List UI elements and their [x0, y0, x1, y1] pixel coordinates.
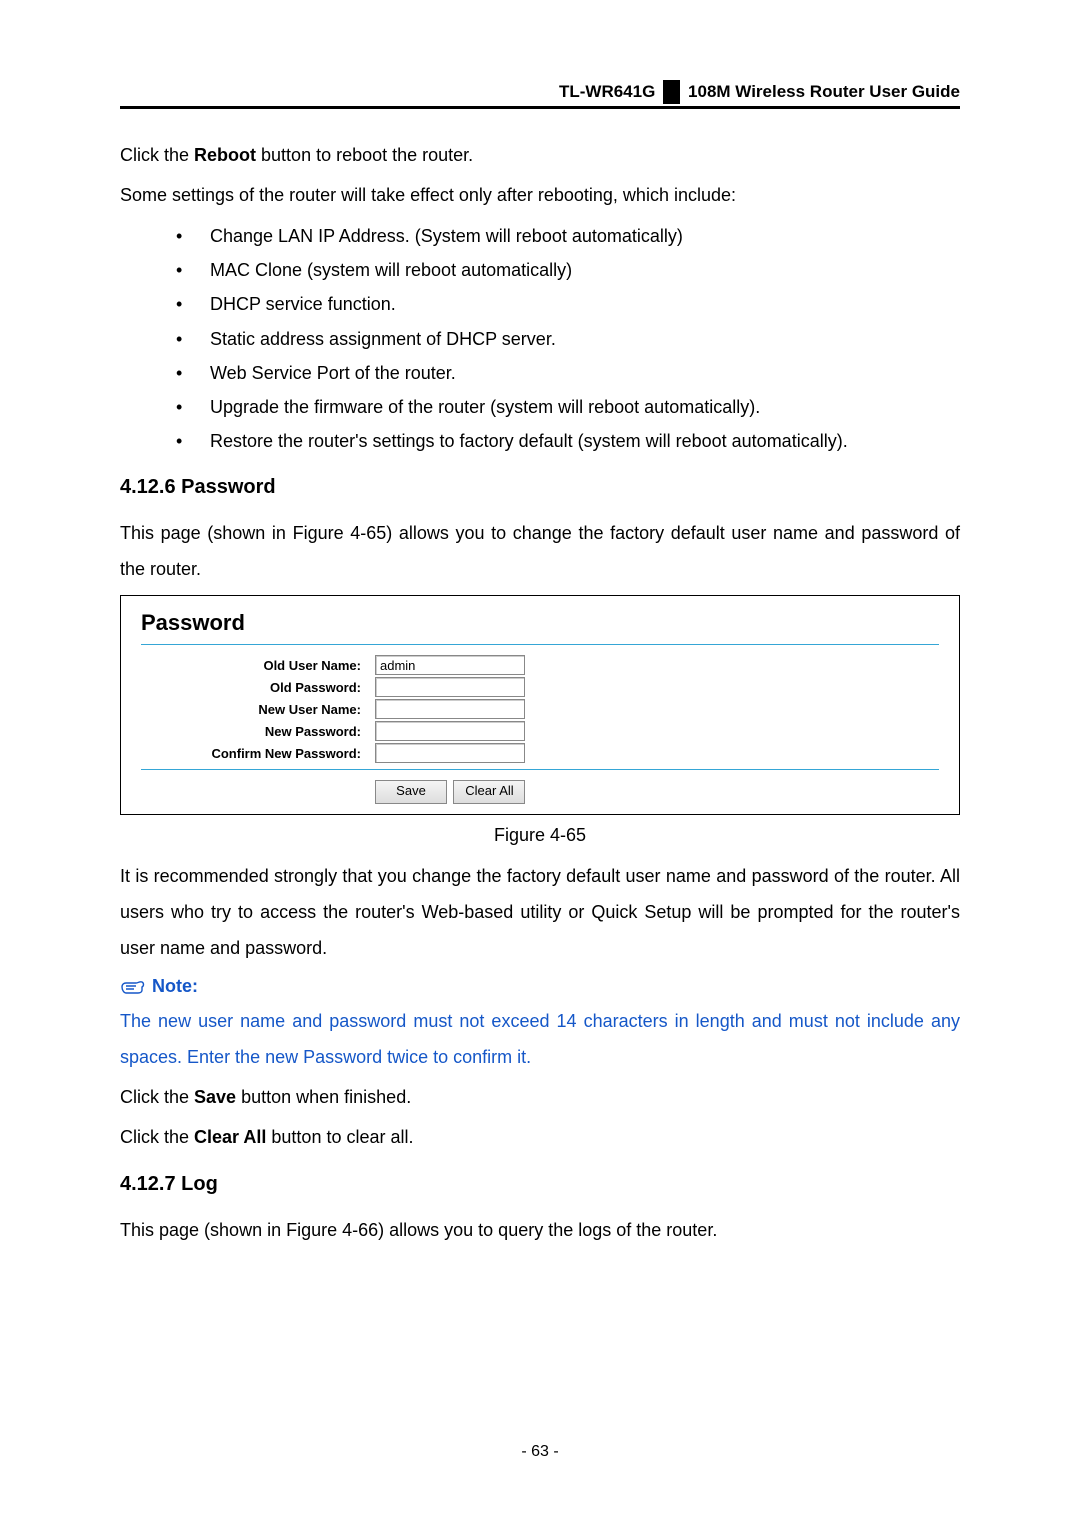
intro-p1-pre: Click the: [120, 145, 194, 165]
note-text: The new user name and password must not …: [120, 1003, 960, 1075]
old-user-label: Old User Name:: [141, 658, 375, 673]
intro-p1: Click the Reboot button to reboot the ro…: [120, 137, 960, 173]
clear-instruction: Click the Clear All button to clear all.: [120, 1119, 960, 1155]
confirm-pass-input[interactable]: [375, 743, 525, 763]
divider: [141, 769, 939, 770]
old-pass-input[interactable]: [375, 677, 525, 697]
page-number: - 63 -: [0, 1443, 1080, 1461]
list-item: MAC Clone (system will reboot automatica…: [176, 253, 960, 287]
section-heading-log: 4.12.7 Log: [120, 1173, 960, 1196]
clear-all-button[interactable]: Clear All: [453, 780, 525, 804]
reboot-bullet-list: Change LAN IP Address. (System will rebo…: [120, 219, 960, 458]
password-desc: This page (shown in Figure 4-65) allows …: [120, 515, 960, 587]
list-item: Web Service Port of the router.: [176, 356, 960, 390]
panel-title: Password: [141, 610, 939, 636]
confirm-pass-label: Confirm New Password:: [141, 746, 375, 761]
intro-p1-post: button to reboot the router.: [256, 145, 473, 165]
note-header: Note:: [120, 976, 960, 997]
clear-bold: Clear All: [194, 1127, 266, 1147]
password-figure: Password Old User Name: Old Password: Ne…: [120, 595, 960, 815]
new-pass-input[interactable]: [375, 721, 525, 741]
recommend-text: It is recommended strongly that you chan…: [120, 858, 960, 966]
new-user-input[interactable]: [375, 699, 525, 719]
list-item: Restore the router's settings to factory…: [176, 424, 960, 458]
list-item: Upgrade the firmware of the router (syst…: [176, 390, 960, 424]
page-header: TL-WR641G 108M Wireless Router User Guid…: [120, 80, 960, 109]
log-desc: This page (shown in Figure 4-66) allows …: [120, 1212, 960, 1248]
intro-p2: Some settings of the router will take ef…: [120, 177, 960, 213]
hand-point-icon: [120, 978, 146, 996]
save-post: button when finished.: [236, 1087, 411, 1107]
model-label: TL-WR641G: [559, 82, 655, 101]
model-spacer: [663, 80, 680, 104]
new-pass-label: New Password:: [141, 724, 375, 739]
guide-title: 108M Wireless Router User Guide: [688, 82, 960, 101]
section-heading-password: 4.12.6 Password: [120, 476, 960, 499]
list-item: Change LAN IP Address. (System will rebo…: [176, 219, 960, 253]
save-instruction: Click the Save button when finished.: [120, 1079, 960, 1115]
save-pre: Click the: [120, 1087, 194, 1107]
figure-caption: Figure 4-65: [120, 825, 960, 846]
save-button[interactable]: Save: [375, 780, 447, 804]
list-item: DHCP service function.: [176, 287, 960, 321]
old-pass-label: Old Password:: [141, 680, 375, 695]
save-bold: Save: [194, 1087, 236, 1107]
new-user-label: New User Name:: [141, 702, 375, 717]
clear-post: button to clear all.: [266, 1127, 413, 1147]
list-item: Static address assignment of DHCP server…: [176, 322, 960, 356]
divider: [141, 644, 939, 645]
clear-pre: Click the: [120, 1127, 194, 1147]
reboot-bold: Reboot: [194, 145, 256, 165]
note-label: Note:: [152, 976, 198, 997]
old-user-input[interactable]: [375, 655, 525, 675]
